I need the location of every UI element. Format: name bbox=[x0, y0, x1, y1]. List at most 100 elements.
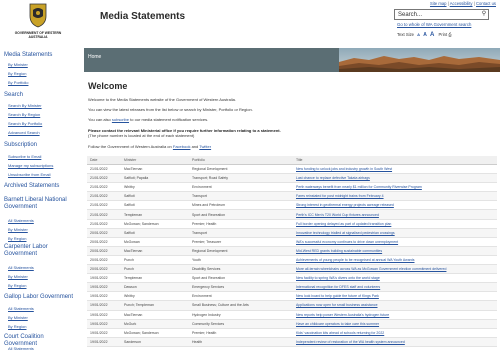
cell-title[interactable]: Innovative technology trialled at signal… bbox=[293, 228, 497, 238]
sidebar-heading-gallop[interactable]: Gallop Labor Government bbox=[4, 294, 73, 300]
crest-icon bbox=[29, 3, 47, 28]
cell-portfolio: Regional Development bbox=[189, 246, 293, 256]
contact-us-link[interactable]: Contact us bbox=[476, 1, 496, 6]
cell-minister: McGowan bbox=[121, 237, 189, 247]
cell-title[interactable]: Applications now open for small business… bbox=[293, 300, 497, 311]
cell-title[interactable]: WA's successful economy continues to dri… bbox=[293, 237, 497, 247]
sidebar-link-gallop-by-region[interactable]: By Region bbox=[8, 324, 26, 329]
table-header-row: Date Minister Portfolio Title bbox=[87, 156, 497, 165]
table-row: 19/01/2022 MacTiernan Hydrogen Industry New… bbox=[87, 310, 497, 320]
cell-title[interactable]: More all-terrain wheelchairs across WA a… bbox=[293, 264, 497, 275]
table-row: 21/01/2022 Templeman Sport and Recreation P… bbox=[87, 209, 497, 220]
column-header-minister[interactable]: Minister bbox=[121, 156, 189, 165]
sidebar-link-unsubscribe-email[interactable]: Unsubscribe from Email bbox=[8, 172, 50, 177]
facebook-link[interactable]: Facebook bbox=[173, 144, 191, 149]
cell-title[interactable]: Kids' vaccination kits ahead of schools … bbox=[293, 328, 497, 338]
sidebar-heading-search[interactable]: Search bbox=[4, 92, 23, 98]
search-icon[interactable]: ⚲ bbox=[479, 9, 489, 20]
cell-minister: MacTiernan bbox=[121, 164, 189, 175]
cell-title[interactable]: Independent review of restoration of the… bbox=[293, 337, 497, 347]
sidebar-heading-media-statements[interactable]: Media Statements bbox=[4, 52, 52, 58]
sidebar-link-barnett-by-minister[interactable]: By Minister bbox=[8, 227, 28, 232]
sidebar-link-barnett-all[interactable]: All Statements bbox=[8, 218, 34, 223]
sidebar-link-carpenter-by-region[interactable]: By Region bbox=[8, 283, 26, 288]
sidebar-link-carpenter-by-minister[interactable]: By Minister bbox=[8, 274, 28, 279]
cell-title[interactable]: Fares reinstated for post midnight train… bbox=[293, 191, 497, 202]
sidebar-link-gallop-by-minister[interactable]: By Minister bbox=[8, 315, 28, 320]
cell-title[interactable]: Strong interest in geothermal energy pro… bbox=[293, 200, 497, 211]
cell-title[interactable]: New facility to spring WA's divers onto … bbox=[293, 273, 497, 284]
cell-portfolio: Small Business; Culture and the Arts bbox=[189, 300, 293, 311]
print-icon[interactable]: ⎙ bbox=[448, 32, 451, 37]
sidebar-link-by-region[interactable]: By Region bbox=[8, 71, 26, 76]
sidebar-link-search-by-minister[interactable]: Search By Minister bbox=[8, 103, 42, 108]
sidebar-heading-carpenter[interactable]: Carpenter Labor Government bbox=[4, 244, 74, 258]
cell-title[interactable]: Perth waterways benefit from nearly $1 m… bbox=[293, 182, 497, 193]
sidebar-link-manage-subscriptions[interactable]: Manage my subscriptions bbox=[8, 163, 53, 168]
sidebar-link-advanced-search[interactable]: Advanced Search bbox=[8, 130, 40, 135]
cell-minister: Saffioti bbox=[121, 200, 189, 211]
cell-title[interactable]: New look board to help guide the future … bbox=[293, 291, 497, 302]
cell-minister: Saffioti; Papalia bbox=[121, 173, 189, 184]
banner: Home bbox=[84, 48, 500, 72]
landscape-banner-image bbox=[339, 48, 500, 72]
sidebar-link-subscribe-email[interactable]: Subscribe to Email bbox=[8, 154, 41, 159]
cell-portfolio: Disability Services bbox=[189, 264, 293, 275]
cell-title[interactable]: Perth's ICC Men's T20 World Cup fixtures… bbox=[293, 209, 497, 220]
subscribe-link[interactable]: subscribe bbox=[112, 117, 129, 122]
search-input[interactable]: Search... bbox=[394, 9, 489, 20]
table-row: 21/01/2022 Whitby Environment Perth waterwa… bbox=[87, 182, 497, 193]
cell-minister: MacTiernan bbox=[121, 310, 189, 320]
cell-minister: McGowan; Sanderson bbox=[121, 219, 189, 229]
accessibility-link[interactable]: Accessibility bbox=[450, 1, 473, 6]
cell-date: 21/01/2022 bbox=[87, 191, 121, 202]
site-map-link[interactable]: Site map bbox=[430, 1, 447, 6]
cell-title[interactable]: Have an childcare operators to take care… bbox=[293, 319, 497, 329]
sidebar-link-by-minister[interactable]: By Minister bbox=[8, 62, 28, 67]
sidebar-link-by-portfolio[interactable]: By Portfolio bbox=[8, 80, 28, 85]
sidebar-link-search-by-portfolio[interactable]: Search By Portfolio bbox=[8, 121, 42, 126]
cell-title[interactable]: Last chance to replace defective Takata … bbox=[293, 173, 497, 184]
cell-title[interactable]: Mid-West RED grants building sustainable… bbox=[293, 246, 497, 256]
cell-date: 21/01/2022 bbox=[87, 200, 121, 211]
cell-title[interactable]: New reports help power Western Australia… bbox=[293, 310, 497, 320]
cell-title[interactable]: International recognition for DFES staff… bbox=[293, 282, 497, 293]
sidebar: Media Statements By Minister By Region B… bbox=[0, 48, 84, 351]
breadcrumb-home[interactable]: Home bbox=[88, 54, 101, 60]
cell-date: 19/01/2022 bbox=[87, 310, 121, 320]
cell-date: 19/01/2022 bbox=[87, 328, 121, 338]
sidebar-heading-archived[interactable]: Archived Statements bbox=[4, 183, 59, 189]
table-row: 20/01/2022 MacTiernan Regional Development… bbox=[87, 246, 497, 256]
cell-minister: Templeman bbox=[121, 209, 189, 220]
text-size-large[interactable]: A bbox=[430, 32, 434, 38]
table-row: 19/01/2022 Sanderson Health Independent rev… bbox=[87, 337, 497, 347]
cell-minister: Dawson bbox=[121, 282, 189, 293]
table-row: 19/01/2022 McGurk Community Services Have a… bbox=[87, 319, 497, 329]
sidebar-link-gallop-all[interactable]: All Statements bbox=[8, 306, 34, 311]
twitter-link[interactable]: Twitter bbox=[199, 144, 211, 149]
text-size-small[interactable]: A bbox=[417, 32, 420, 37]
cell-title[interactable]: Achievements of young people to be recog… bbox=[293, 255, 497, 266]
wa-government-logo[interactable]: GOVERNMENT OF WESTERN AUSTRALIA bbox=[8, 2, 68, 48]
column-header-title[interactable]: Title bbox=[293, 156, 497, 165]
cell-portfolio: Regional Development bbox=[189, 164, 293, 175]
cell-date: 21/01/2022 bbox=[87, 164, 121, 175]
sidebar-link-carpenter-all[interactable]: All Statements bbox=[8, 265, 34, 270]
table-row: 21/01/2022 Saffioti; Papalia Transport; Ro… bbox=[87, 173, 497, 184]
cell-title[interactable]: Full border opening delayed as part of u… bbox=[293, 219, 497, 229]
column-header-date[interactable]: Date bbox=[87, 156, 121, 165]
column-header-portfolio[interactable]: Portfolio bbox=[189, 156, 293, 165]
text-size-medium[interactable]: A bbox=[423, 32, 427, 38]
table-row: 21/01/2022 McGowan; Sanderson Premier; Hea… bbox=[87, 219, 497, 229]
sidebar-link-search-by-region[interactable]: Search By Region bbox=[8, 112, 40, 117]
sidebar-link-barnett-by-region[interactable]: By Region bbox=[8, 236, 26, 241]
cell-title[interactable]: New funding to unlock jobs and industry … bbox=[293, 164, 497, 175]
print-link[interactable]: Print bbox=[439, 32, 448, 37]
sidebar-link-court-all[interactable]: All Statements bbox=[8, 346, 34, 351]
text-size-controls: Text Size A A A Print ⎙ bbox=[397, 32, 452, 38]
table-row: 20/01/2022 Punch Youth Achievements of youn… bbox=[87, 255, 497, 266]
cell-portfolio: Youth bbox=[189, 255, 293, 266]
whole-of-government-search-link[interactable]: Go to whole of WA Government search bbox=[397, 22, 471, 27]
sidebar-heading-subscription[interactable]: Subscription bbox=[4, 142, 37, 148]
sidebar-heading-barnett[interactable]: Barnett Liberal National Government bbox=[4, 197, 82, 211]
